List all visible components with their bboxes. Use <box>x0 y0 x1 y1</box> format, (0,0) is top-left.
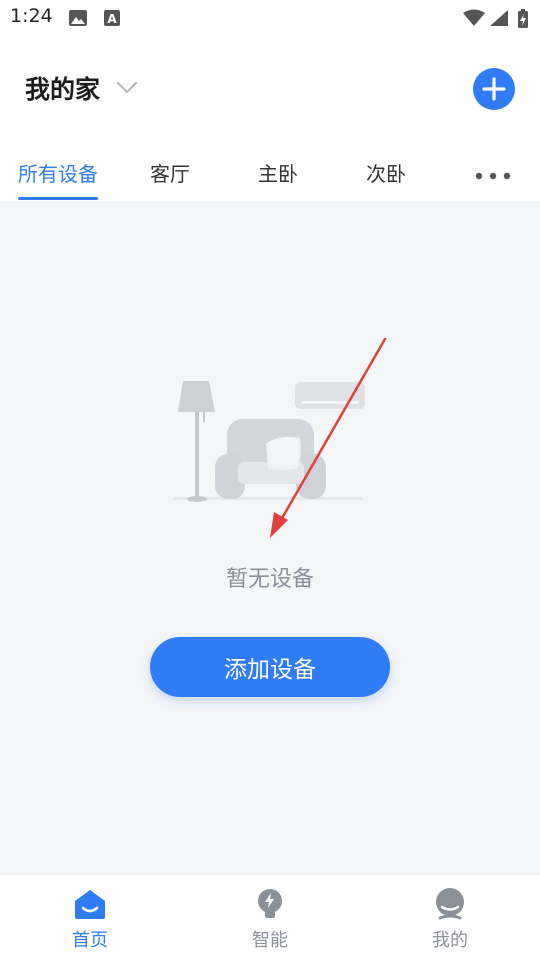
tab-all-devices[interactable]: 所有设备 <box>18 158 98 187</box>
signal-icon <box>489 9 509 31</box>
tab-master-bedroom[interactable]: 主卧 <box>258 158 298 187</box>
plus-icon <box>482 77 506 101</box>
more-dots-icon[interactable] <box>474 166 512 185</box>
nav-profile-label: 我的 <box>432 930 468 951</box>
image-icon <box>68 9 88 31</box>
chevron-down-icon[interactable] <box>116 80 138 99</box>
smart-bulb-icon <box>252 887 288 925</box>
status-time: 1:24 <box>10 5 53 27</box>
room-tabs: 所有设备 客厅 主卧 次卧 <box>0 150 540 202</box>
status-bar: 1:24 A <box>0 0 540 36</box>
nav-smart-label: 智能 <box>252 930 288 951</box>
add-device-button[interactable]: 添加设备 <box>150 637 390 697</box>
home-icon <box>72 887 108 925</box>
device-list-area: 暂无设备 添加设备 <box>0 201 540 874</box>
svg-text:A: A <box>107 12 117 26</box>
living-room-illustration <box>173 381 365 502</box>
home-selector[interactable]: 我的家 <box>25 70 100 106</box>
bottom-navigation: 首页 智能 我的 <box>0 874 540 961</box>
tab-second-bedroom[interactable]: 次卧 <box>366 158 406 187</box>
empty-state-message: 暂无设备 <box>225 567 314 592</box>
wifi-icon <box>462 9 486 31</box>
tab-living-room[interactable]: 客厅 <box>150 158 190 187</box>
a-badge-icon: A <box>103 9 121 31</box>
nav-smart[interactable]: 智能 <box>180 875 360 961</box>
nav-home-label: 首页 <box>72 930 108 951</box>
profile-icon <box>432 887 468 925</box>
add-button[interactable] <box>473 68 515 110</box>
battery-charging-icon <box>517 9 529 33</box>
nav-home[interactable]: 首页 <box>0 875 180 961</box>
nav-profile[interactable]: 我的 <box>360 875 540 961</box>
header: 我的家 <box>0 58 540 118</box>
active-tab-indicator <box>18 197 98 200</box>
